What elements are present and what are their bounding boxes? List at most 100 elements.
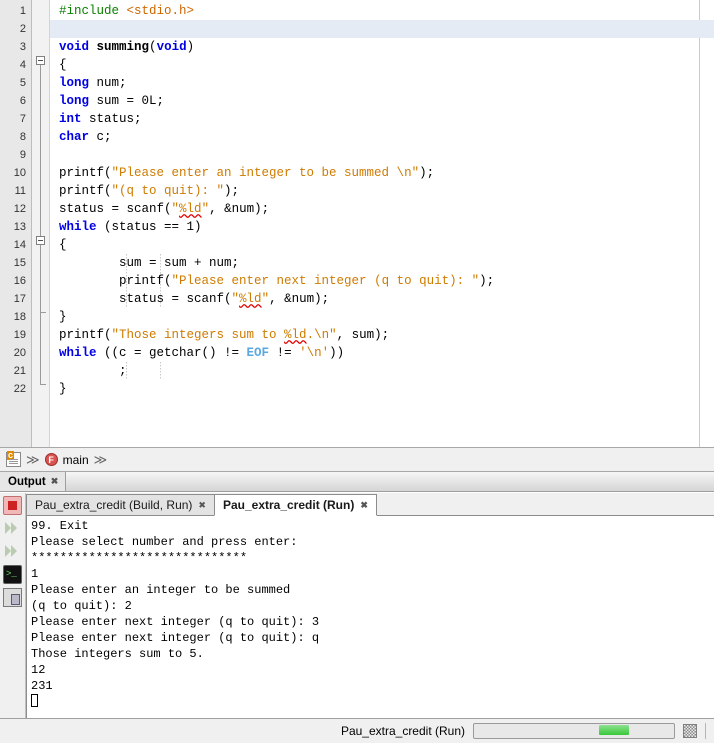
code-line[interactable]: while ((c = getchar() != EOF != '\n')) (50, 344, 714, 362)
code-token-plain: status; (81, 112, 142, 126)
console-line: Please enter next integer (q to quit): 3 (31, 615, 320, 629)
rerun-button-1[interactable] (3, 519, 22, 538)
code-line[interactable]: { (50, 236, 714, 254)
fold-bracket-inner (40, 245, 41, 312)
code-line[interactable]: int status; (50, 110, 714, 128)
code-token-err: %ld (284, 328, 307, 342)
output-window-body: Pau_extra_credit (Build, Run)✖Pau_extra_… (0, 492, 714, 718)
output-tab-1[interactable]: Pau_extra_credit (Run) ✖ (213, 494, 377, 516)
console-line: Those integers sum to 5. (31, 647, 204, 661)
code-line[interactable]: char c; (50, 128, 714, 146)
code-line[interactable] (50, 146, 714, 164)
copy-button[interactable] (3, 588, 22, 607)
code-token-str: " (231, 292, 240, 306)
line-number: 21 (13, 365, 26, 377)
stop-button[interactable] (3, 496, 22, 515)
code-token-macro: EOF (246, 346, 270, 360)
code-line[interactable]: status = scanf("%ld", &num); (50, 290, 714, 308)
output-tab-strip[interactable]: Pau_extra_credit (Build, Run) ✖ Pau_extra_… (26, 493, 714, 516)
code-line[interactable]: status = scanf("%ld", &num); (50, 200, 714, 218)
close-icon[interactable]: ✖ (360, 500, 368, 510)
status-task-label: Pau_extra_credit (Run) (340, 724, 465, 738)
code-token-plain: c; (89, 130, 112, 144)
code-token-plain: sum = sum + num; (59, 256, 240, 270)
line-number: 7 (19, 113, 26, 125)
code-token-plain: , &num); (269, 292, 330, 306)
code-token-plain: } (59, 310, 67, 324)
source-editor[interactable]: 1 2 3 4 5 6 7 8 9 10 11 12 13 14 15 16 17 18 19 20 21 22 #inc… (0, 0, 714, 447)
console-output[interactable]: 99. Exit Please select number and press e… (26, 516, 714, 718)
output-window-titlebar[interactable]: Output ✖ (0, 472, 714, 492)
line-number: 3 (19, 41, 26, 53)
code-line[interactable]: } (50, 308, 714, 326)
breadcrumb[interactable]: ≫ F main ≫ (0, 447, 714, 472)
output-window-tab[interactable]: Output ✖ (0, 472, 67, 491)
close-icon[interactable]: ✖ (51, 477, 59, 486)
fold-bracket-outer (40, 65, 41, 384)
line-number: 5 (19, 77, 26, 89)
code-token-plain: status = scanf( (59, 202, 172, 216)
code-line[interactable]: sum = sum + num; (50, 254, 714, 272)
code-token-kw: while (59, 346, 97, 360)
code-line[interactable]: { (50, 56, 714, 74)
code-token-str: "Please enter an integer to be summed \n… (111, 166, 420, 180)
code-line[interactable]: printf("Please enter next integer (q to … (50, 272, 714, 290)
code-token-inc: <stdio.h> (126, 4, 195, 18)
code-line[interactable]: long sum = 0L; (50, 92, 714, 110)
line-number: 17 (13, 293, 26, 305)
code-token-plain: { (59, 58, 67, 72)
progress-bar (473, 723, 675, 739)
status-bar: Pau_extra_credit (Run) (0, 718, 714, 743)
code-line[interactable]: printf("Please enter an integer to be su… (50, 164, 714, 182)
output-window-title: Output (8, 475, 46, 488)
code-text-area[interactable]: #include <stdio.h> void summing(void) { lo… (50, 0, 714, 447)
close-icon[interactable]: ✖ (198, 500, 206, 510)
console-caret-line (31, 694, 714, 710)
code-line[interactable] (50, 20, 714, 38)
netbeans-ide-window: 1 2 3 4 5 6 7 8 9 10 11 12 13 14 15 16 17 18 19 20 21 22 #inc… (0, 0, 714, 743)
code-line[interactable]: printf("Those integers sum to %ld.\n", s… (50, 326, 714, 344)
terminal-button[interactable] (3, 565, 22, 584)
console-line: Please enter an integer to be summed (31, 583, 291, 597)
code-token-kw: long (59, 76, 90, 90)
code-token-str: '\n' (299, 346, 330, 360)
output-main: Pau_extra_credit (Build, Run) ✖ Pau_extra_… (26, 493, 714, 718)
code-line[interactable]: #include <stdio.h> (50, 2, 714, 20)
output-tab-0[interactable]: Pau_extra_credit (Build, Run) ✖ (26, 494, 215, 515)
code-line[interactable]: printf("(q to quit): "); (50, 182, 714, 200)
rerun-button-2[interactable] (3, 542, 22, 561)
line-number: 15 (13, 257, 26, 269)
code-line[interactable]: void summing(void) (50, 38, 714, 56)
code-token-err: %ld (239, 292, 262, 306)
code-token-kw: void (156, 40, 187, 54)
line-number: 19 (13, 329, 26, 341)
fold-toggle-line-14[interactable] (36, 236, 45, 245)
output-toolbar (0, 493, 26, 718)
fold-bracket-outer-end (40, 384, 46, 385)
line-number: 20 (13, 347, 26, 359)
status-separator (705, 723, 706, 739)
code-token-kw: void (59, 40, 90, 54)
progress-stop-icon[interactable] (683, 724, 697, 738)
code-token-plain: , &num); (209, 202, 270, 216)
code-token-str: .\n" (306, 328, 337, 342)
code-line[interactable]: } (50, 380, 714, 398)
console-line: Please enter next integer (q to quit): q (31, 631, 320, 645)
line-number: 18 (13, 311, 26, 323)
breadcrumb-function-label[interactable]: main (63, 453, 89, 467)
code-line[interactable]: long num; (50, 74, 714, 92)
code-line[interactable]: while (status == 1) (50, 218, 714, 236)
code-line[interactable]: ; (50, 362, 714, 380)
code-token-plain: printf( (59, 166, 112, 180)
line-number: 22 (13, 383, 26, 395)
code-token-plain: ((c = getchar() != (96, 346, 247, 360)
code-token-plain: != (269, 346, 300, 360)
line-number: 6 (19, 95, 26, 107)
output-tab-label: Pau_extra_credit (Build, Run) (35, 498, 193, 512)
fold-toggle-line-4[interactable] (36, 56, 45, 65)
code-token-plain: printf( (59, 184, 112, 198)
code-token-plain: ); (224, 184, 240, 198)
code-fold-column[interactable] (32, 0, 50, 447)
